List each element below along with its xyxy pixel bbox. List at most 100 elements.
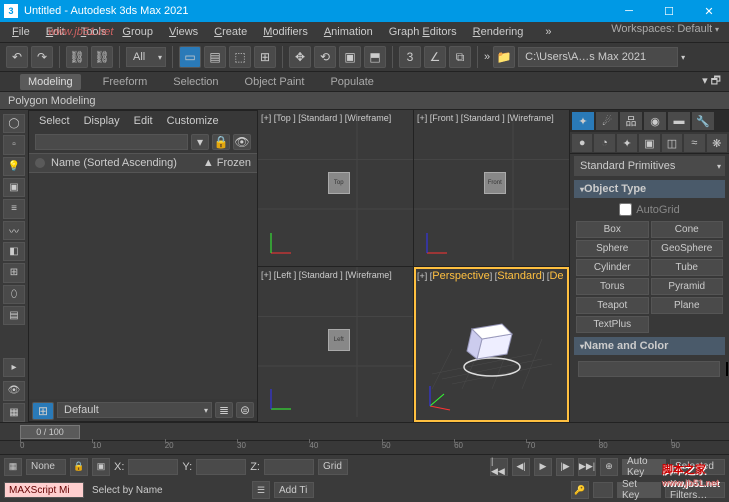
z-coord-input[interactable] xyxy=(264,459,314,475)
menu-rendering[interactable]: Rendering xyxy=(465,24,532,40)
track-bar[interactable]: 0102030405060708090 xyxy=(0,440,729,454)
objtype-tube[interactable]: Tube xyxy=(651,259,724,276)
maximize-button[interactable]: ☐ xyxy=(649,0,689,22)
tab-freeform[interactable]: Freeform xyxy=(99,74,152,90)
utilities-tab-icon[interactable]: 🔧 xyxy=(692,112,714,130)
layers-icon[interactable]: ≣ xyxy=(215,402,233,418)
mirror-icon[interactable]: ⧉ xyxy=(449,46,471,68)
current-frame-input[interactable] xyxy=(593,482,613,498)
viewcube-front[interactable]: Front xyxy=(484,172,506,194)
lock-selection-icon[interactable]: ▦ xyxy=(4,458,22,476)
script-icon[interactable]: ☰ xyxy=(252,481,270,499)
objtype-textplus[interactable]: TextPlus xyxy=(576,316,649,333)
groups-icon[interactable]: ⊞ xyxy=(3,263,25,282)
objtype-teapot[interactable]: Teapot xyxy=(576,297,649,314)
se-search-input[interactable] xyxy=(35,134,188,150)
rollout-namecolor[interactable]: Name and Color xyxy=(574,337,725,355)
add-icon[interactable]: ▦ xyxy=(3,403,25,422)
toolbar-overflow[interactable]: » xyxy=(484,51,490,63)
geometry-icon[interactable]: ● xyxy=(572,134,592,152)
selection-lock-icon[interactable]: ▣ xyxy=(92,458,110,476)
object-name-input[interactable] xyxy=(578,361,720,377)
sphere-icon[interactable]: ◯ xyxy=(3,114,25,133)
rotate-icon[interactable]: ⟲ xyxy=(314,46,336,68)
minimize-button[interactable]: ─ xyxy=(609,0,649,22)
setkey-button[interactable]: Set Key xyxy=(617,482,661,498)
filter-icon[interactable]: ▾ xyxy=(191,134,209,150)
helper-icon[interactable]: ≡ xyxy=(3,199,25,218)
redo-icon[interactable]: ↷ xyxy=(31,46,53,68)
time-slider-thumb[interactable]: 0 / 100 xyxy=(20,425,80,439)
camera-icon[interactable]: ▣ xyxy=(3,178,25,197)
objtype-pyramid[interactable]: Pyramid xyxy=(651,278,724,295)
modify-tab-icon[interactable]: ☄ xyxy=(596,112,618,130)
se-tree[interactable] xyxy=(29,173,257,399)
autogrid-checkbox[interactable] xyxy=(619,203,632,216)
snap-icon[interactable]: 3 xyxy=(399,46,421,68)
collapse-icon[interactable]: ▸ xyxy=(3,358,25,377)
project-path[interactable]: C:\Users\A…s Max 2021 xyxy=(518,47,678,67)
viewport-front[interactable]: [+] [Front ] [Standard ] [Wireframe] Fro… xyxy=(414,110,569,266)
spacewarps-icon[interactable]: ≈ xyxy=(684,134,704,152)
objtype-cone[interactable]: Cone xyxy=(651,221,724,238)
se-select[interactable]: Select xyxy=(39,115,70,127)
goto-start-icon[interactable]: |◀◀ xyxy=(490,458,508,476)
workspace-selector[interactable]: Workspaces: Default ▾ xyxy=(611,23,719,35)
menu-modifiers[interactable]: Modifiers xyxy=(255,24,316,40)
objtype-plane[interactable]: Plane xyxy=(651,297,724,314)
systems2-icon[interactable]: ❋ xyxy=(707,134,727,152)
ribbon-pin-icon[interactable]: ▾ 🗗 xyxy=(702,72,721,91)
objtype-geosphere[interactable]: GeoSphere xyxy=(651,240,724,257)
add-time-tag[interactable]: Add Ti xyxy=(274,482,314,498)
eye-icon[interactable]: 👁 xyxy=(3,381,25,400)
isolate-icon[interactable]: 🔒 xyxy=(70,458,88,476)
unlink-icon[interactable]: ⛓ xyxy=(91,46,113,68)
systems-icon[interactable]: ◧ xyxy=(3,242,25,261)
container-icon[interactable]: ▤ xyxy=(3,306,25,325)
hierarchy-tab-icon[interactable]: 品 xyxy=(620,112,642,130)
key-mode-icon[interactable]: ⊕ xyxy=(600,458,618,476)
view-icon[interactable]: 👁 xyxy=(233,134,251,150)
next-frame-icon[interactable]: |▶ xyxy=(556,458,574,476)
light-icon[interactable]: 💡 xyxy=(3,157,25,176)
angle-snap-icon[interactable]: ∠ xyxy=(424,46,446,68)
viewport-left[interactable]: [+] [Left ] [Standard ] [Wireframe] Left xyxy=(258,267,413,423)
prev-frame-icon[interactable]: ◀| xyxy=(512,458,530,476)
link-icon[interactable]: ⛓ xyxy=(66,46,88,68)
tab-objectpaint[interactable]: Object Paint xyxy=(241,74,309,90)
rollout-objtype[interactable]: Object Type xyxy=(574,180,725,198)
create-tab-icon[interactable]: ✦ xyxy=(572,112,594,130)
close-button[interactable]: ✕ xyxy=(689,0,729,22)
selection-filter[interactable]: All xyxy=(126,47,166,67)
se-display[interactable]: Display xyxy=(84,115,120,127)
maxscript-listener[interactable]: MAXScript Mi xyxy=(4,482,84,498)
goto-end-icon[interactable]: ▶▶| xyxy=(578,458,596,476)
menu-animation[interactable]: Animation xyxy=(316,24,381,40)
se-edit[interactable]: Edit xyxy=(134,115,153,127)
layer-dropdown[interactable]: Default xyxy=(57,402,212,418)
viewcube-left[interactable]: Left xyxy=(328,329,350,351)
select-name-icon[interactable]: ▤ xyxy=(204,46,226,68)
menu-group[interactable]: Group xyxy=(114,24,161,40)
motion-tab-icon[interactable]: ◉ xyxy=(644,112,666,130)
display-tab-icon[interactable]: ▬ xyxy=(668,112,690,130)
menu-file[interactable]: File xyxy=(4,24,38,40)
time-slider[interactable]: 0 / 100 xyxy=(0,422,729,440)
polygon-modeling-bar[interactable]: Polygon Modeling xyxy=(0,92,729,110)
se-column-header[interactable]: Name (Sorted Ascending) ▲ Frozen xyxy=(29,153,257,173)
tab-modeling[interactable]: Modeling xyxy=(20,74,81,90)
sort-icon[interactable]: ⊜ xyxy=(236,402,254,418)
tab-populate[interactable]: Populate xyxy=(326,74,377,90)
lights-icon[interactable]: ✦ xyxy=(617,134,637,152)
category-dropdown[interactable]: Standard Primitives xyxy=(574,156,725,176)
cube-icon[interactable]: ▫ xyxy=(3,135,25,154)
select-icon[interactable]: ▭ xyxy=(179,46,201,68)
color-swatch[interactable] xyxy=(726,362,728,376)
move-icon[interactable]: ✥ xyxy=(289,46,311,68)
helpers-icon[interactable]: ◫ xyxy=(662,134,682,152)
viewcube-top[interactable]: Top xyxy=(328,172,350,194)
viewport-top[interactable]: [+] [Top ] [Standard ] [Wireframe] Top xyxy=(258,110,413,266)
x-coord-input[interactable] xyxy=(128,459,178,475)
display-mode-icon[interactable]: ⊞ xyxy=(32,402,54,420)
viewport-perspective[interactable]: [+] [Perspective] [Standard] [De xyxy=(414,267,569,423)
